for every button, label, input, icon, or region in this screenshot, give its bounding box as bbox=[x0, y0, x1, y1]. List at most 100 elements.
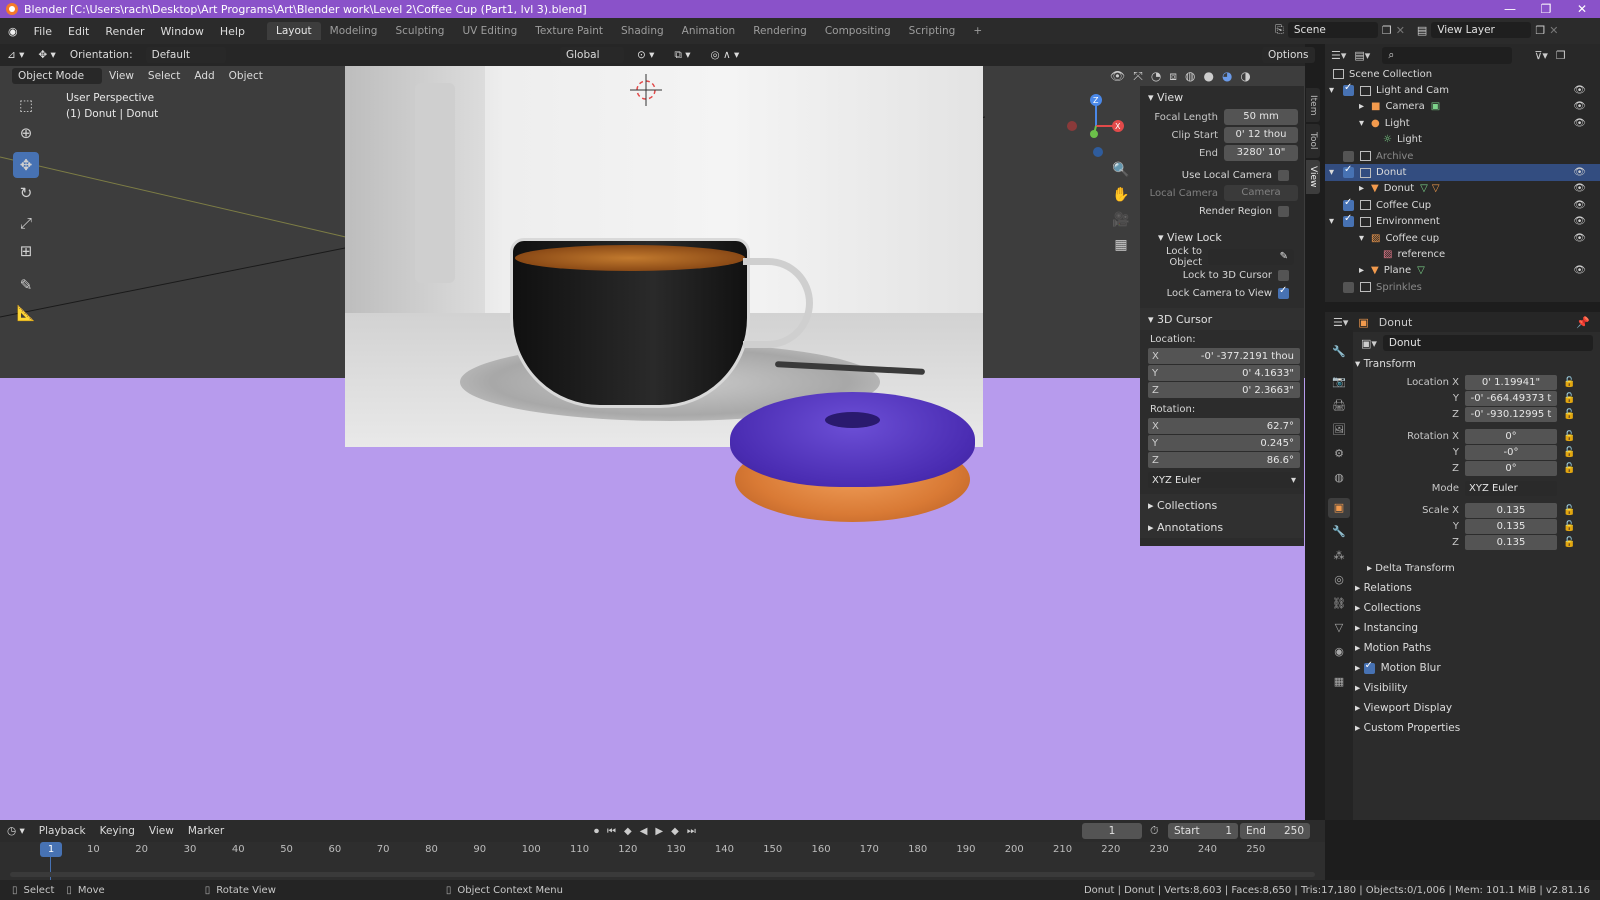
outliner-item-donut-collection[interactable]: ▾Donut👁 bbox=[1325, 164, 1600, 181]
use-local-camera-checkbox[interactable] bbox=[1278, 169, 1289, 181]
rotation-mode-dropdown[interactable]: XYZ Euler bbox=[1465, 480, 1557, 496]
object-tab-icon[interactable]: ▣ bbox=[1328, 498, 1350, 518]
relations-section[interactable]: ▸ Relations bbox=[1355, 578, 1600, 598]
overlay-toggle-icon[interactable]: ◔ bbox=[1151, 69, 1161, 84]
local-camera-field[interactable]: Camera bbox=[1224, 185, 1298, 201]
tab-texture-paint[interactable]: Texture Paint bbox=[526, 22, 612, 40]
menu-view[interactable]: View bbox=[102, 68, 141, 84]
collection-checkbox[interactable] bbox=[1343, 82, 1354, 97]
collection-checkbox[interactable] bbox=[1343, 213, 1354, 228]
cursor-location-z-field[interactable]: Z 0' 2.3663" bbox=[1148, 382, 1300, 398]
new-view-layer-icon[interactable]: ❐ bbox=[1535, 24, 1545, 37]
3d-cursor-section-header[interactable]: ▾ 3D Cursor bbox=[1140, 308, 1304, 330]
move-tool[interactable]: ✥ bbox=[13, 152, 39, 178]
constraints-tab-icon[interactable]: ⛓ bbox=[1328, 594, 1350, 614]
collections-section[interactable]: ▸ Collections bbox=[1355, 598, 1600, 618]
transform-pivot-icon[interactable]: ✥ ▾ bbox=[31, 47, 62, 63]
outliner-item-coffee-cup-image[interactable]: ▾ ▨ Coffee cup 👁 bbox=[1325, 230, 1600, 246]
object-name-field[interactable]: Donut bbox=[1382, 335, 1593, 351]
editor-type-icon[interactable]: ⊿ ▾ bbox=[0, 47, 31, 63]
lock-icon[interactable]: 🔓 bbox=[1563, 377, 1575, 388]
maximize-button[interactable]: ❐ bbox=[1528, 0, 1564, 18]
physics-tab-icon[interactable]: ◎ bbox=[1328, 570, 1350, 590]
material-tab-icon[interactable]: ◉ bbox=[1328, 642, 1350, 662]
properties-editor-icon[interactable]: ☰▾ bbox=[1333, 316, 1348, 329]
lock-icon[interactable]: 🔓 bbox=[1563, 505, 1575, 516]
tab-animation[interactable]: Animation bbox=[673, 22, 745, 40]
measure-tool[interactable]: 📐 bbox=[13, 300, 39, 326]
outliner-item-reference[interactable]: ▨ reference bbox=[1325, 246, 1600, 262]
rotate-tool[interactable]: ↻ bbox=[13, 180, 39, 206]
lock-icon[interactable]: 🔓 bbox=[1563, 447, 1575, 458]
scale-x-field[interactable]: 0.135 bbox=[1465, 502, 1557, 518]
play-icon[interactable]: ▶ bbox=[655, 826, 663, 837]
particles-tab-icon[interactable]: ⁂ bbox=[1328, 546, 1350, 566]
tab-uv-editing[interactable]: UV Editing bbox=[453, 22, 526, 40]
lock-icon[interactable]: 🔓 bbox=[1563, 537, 1575, 548]
tab-compositing[interactable]: Compositing bbox=[816, 22, 900, 40]
texture-tab-icon[interactable]: ▦ bbox=[1328, 672, 1350, 692]
view-lock-section-header[interactable]: ▾ View Lock bbox=[1140, 226, 1304, 248]
new-scene-icon[interactable]: ❐ bbox=[1382, 24, 1392, 37]
location-y-field[interactable]: -0' -664.49373 t bbox=[1465, 390, 1557, 406]
timeline-scrollbar[interactable] bbox=[10, 872, 1315, 877]
lock-to-3d-cursor-checkbox[interactable] bbox=[1278, 269, 1289, 281]
transform-tool[interactable]: ⊞ bbox=[13, 238, 39, 264]
gizmo-toggle-icon[interactable]: ⤧ bbox=[1133, 69, 1143, 84]
scene-tab-icon[interactable]: ⚙ bbox=[1328, 444, 1350, 464]
options-dropdown[interactable]: Options bbox=[1262, 47, 1315, 63]
clip-start-field[interactable]: 0' 12 thou bbox=[1224, 127, 1298, 143]
outliner-item-light-data[interactable]: ☼ Light bbox=[1325, 132, 1600, 148]
lock-icon[interactable]: 🔓 bbox=[1563, 431, 1575, 442]
eye-icon[interactable]: 👁 bbox=[1573, 233, 1586, 244]
orientation-dropdown[interactable]: Default bbox=[145, 47, 226, 63]
object-data-icon[interactable]: ▣▾ bbox=[1361, 337, 1377, 350]
eye-icon[interactable]: 👁 bbox=[1573, 183, 1586, 194]
tab-sculpting[interactable]: Sculpting bbox=[386, 22, 453, 40]
view-layer-tab-icon[interactable]: 🖼 bbox=[1328, 420, 1350, 440]
prev-keyframe-icon[interactable]: ◆ bbox=[624, 826, 632, 837]
collection-checkbox[interactable] bbox=[1343, 281, 1354, 293]
cursor-location-y-field[interactable]: Y 0' 4.1633" bbox=[1148, 365, 1300, 381]
lock-icon[interactable]: 🔓 bbox=[1563, 521, 1575, 532]
outliner-scene-collection[interactable]: Scene Collection bbox=[1325, 66, 1600, 82]
lock-icon[interactable]: 🔓 bbox=[1563, 393, 1575, 404]
menu-window[interactable]: Window bbox=[153, 25, 212, 38]
outliner-item-plane[interactable]: ▸ ▼ Plane ▽ 👁 bbox=[1325, 263, 1600, 279]
rendered-shading-icon[interactable]: ◑ bbox=[1240, 69, 1250, 84]
annotate-tool[interactable]: ✎ bbox=[13, 272, 39, 298]
preview-range-icon[interactable]: ⏱ bbox=[1150, 824, 1159, 838]
eye-icon[interactable]: 👁 bbox=[1573, 167, 1586, 178]
new-collection-icon[interactable]: ❐ bbox=[1556, 49, 1566, 62]
output-tab-icon[interactable]: 🖨 bbox=[1328, 396, 1350, 416]
outliner-item-environment[interactable]: ▾Environment👁 bbox=[1325, 213, 1600, 230]
menu-render[interactable]: Render bbox=[97, 25, 152, 38]
proportional-edit-icon[interactable]: ◎ ∧ ▾ bbox=[704, 47, 747, 63]
menu-edit[interactable]: Edit bbox=[60, 25, 97, 38]
object-data-tab-icon[interactable]: ▽ bbox=[1328, 618, 1350, 638]
scale-z-field[interactable]: 0.135 bbox=[1465, 534, 1557, 550]
instancing-section[interactable]: ▸ Instancing bbox=[1355, 618, 1600, 638]
minimize-button[interactable]: — bbox=[1492, 0, 1528, 18]
pan-hand-icon[interactable]: ✋ bbox=[1110, 183, 1132, 208]
modifier-tab-icon[interactable]: 🔧 bbox=[1328, 522, 1350, 542]
tab-item[interactable]: Item bbox=[1306, 88, 1320, 122]
cursor-location-x-field[interactable]: X -0' -377.2191 thou bbox=[1148, 348, 1300, 364]
delta-transform-section[interactable]: ▸ Delta Transform bbox=[1355, 558, 1600, 578]
motion-paths-section[interactable]: ▸ Motion Paths bbox=[1355, 638, 1600, 658]
outliner-item-donut-object[interactable]: ▸ ▼ Donut ▽ ▽ 👁 bbox=[1325, 181, 1600, 197]
visibility-section[interactable]: ▸ Visibility bbox=[1355, 678, 1600, 698]
outliner-item-light-and-cam[interactable]: ▾Light and Cam👁 bbox=[1325, 82, 1600, 98]
material-shading-icon[interactable]: ◕ bbox=[1222, 69, 1232, 84]
camera-view-icon[interactable]: 🎥 bbox=[1110, 208, 1132, 233]
outliner-search-input[interactable]: ⌕ bbox=[1382, 46, 1513, 64]
donut-object[interactable] bbox=[730, 392, 975, 522]
display-mode-icon[interactable]: ▤▾ bbox=[1354, 49, 1370, 62]
playback-menu[interactable]: Playback bbox=[32, 823, 93, 839]
collection-checkbox[interactable] bbox=[1343, 150, 1354, 162]
render-region-checkbox[interactable] bbox=[1278, 205, 1289, 217]
keying-menu[interactable]: Keying bbox=[93, 823, 142, 839]
collection-checkbox[interactable] bbox=[1343, 164, 1354, 179]
menu-select[interactable]: Select bbox=[141, 68, 187, 84]
lock-to-object-field[interactable]: ✎ bbox=[1208, 249, 1294, 265]
